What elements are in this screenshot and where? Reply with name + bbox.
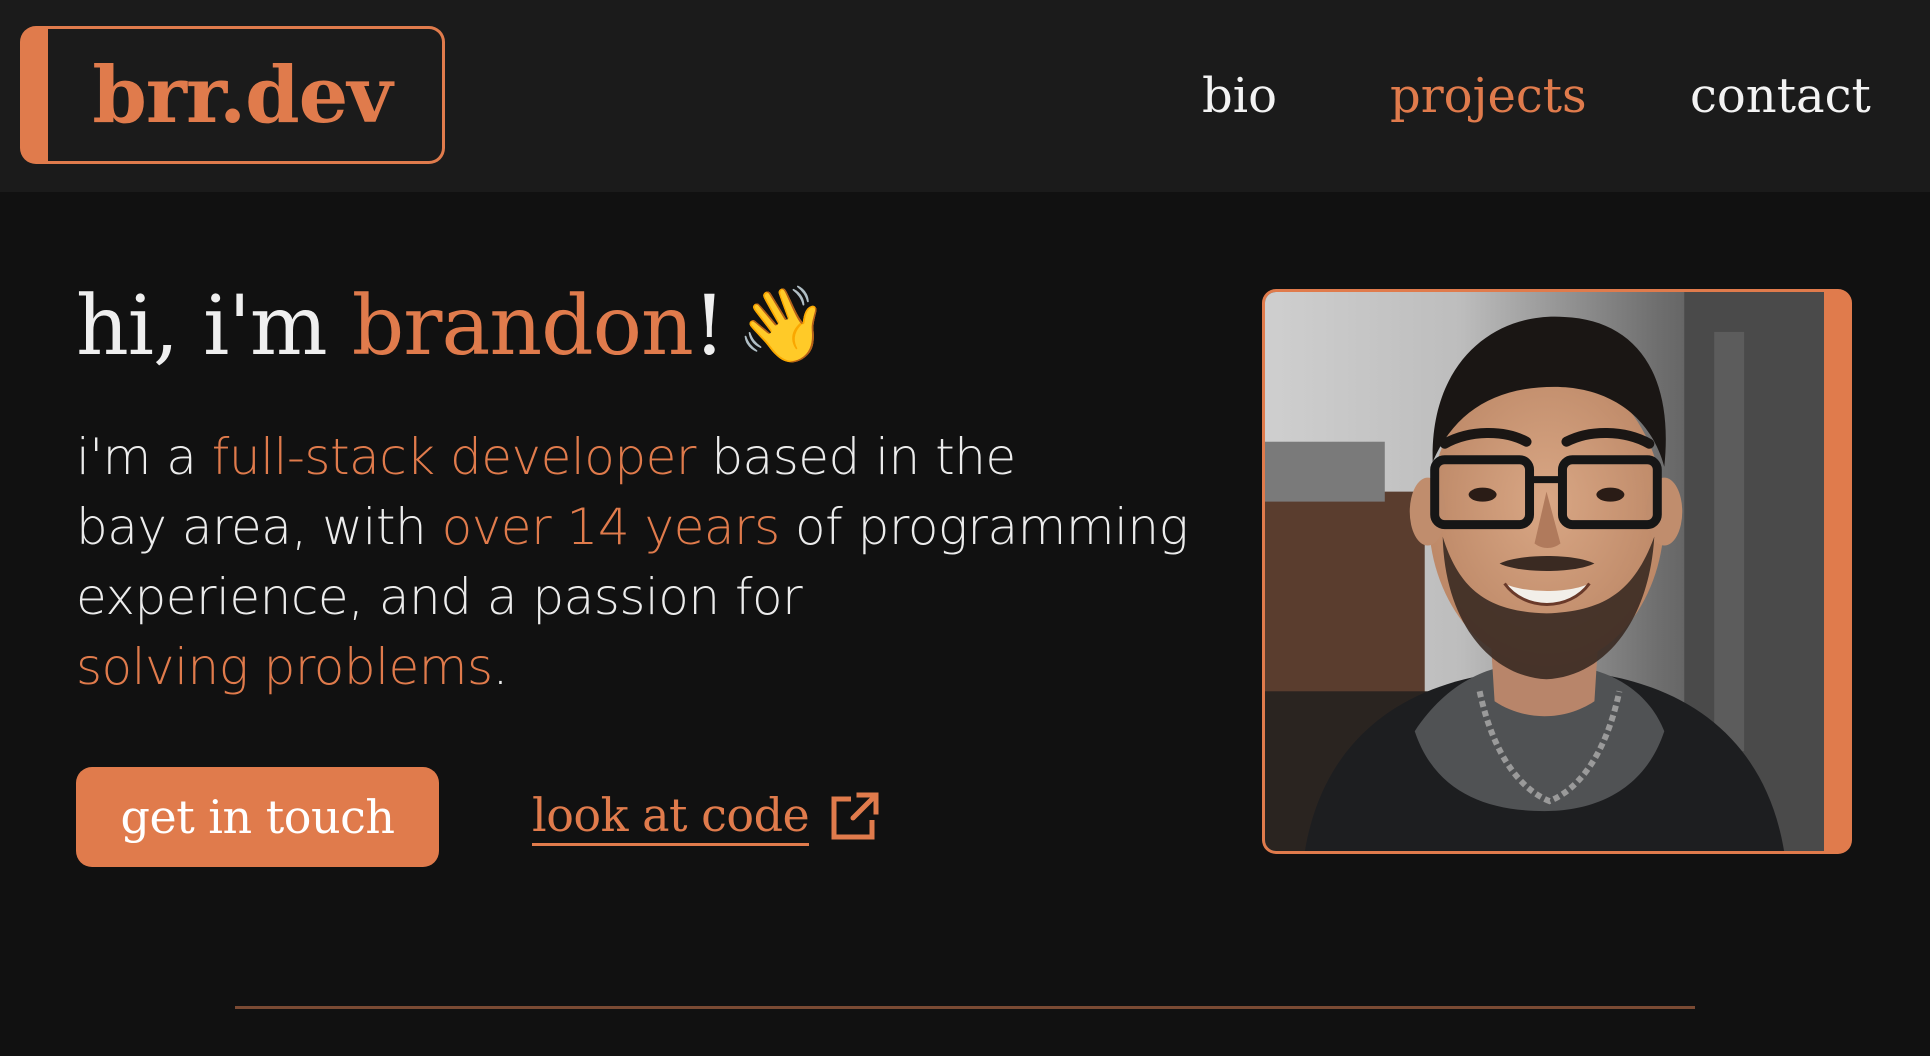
nav-link-projects[interactable]: projects	[1390, 56, 1587, 136]
hero-heading: hi, i'm brandon! 👋	[76, 275, 829, 377]
section-divider	[235, 1006, 1695, 1009]
highlight-experience: over 14 years	[441, 498, 781, 556]
greeting-prefix: hi, i'm	[76, 279, 352, 374]
look-at-code-label: look at code	[532, 787, 810, 846]
get-in-touch-button[interactable]: get in touch	[76, 767, 439, 867]
site-logo[interactable]: brr.dev	[20, 26, 445, 164]
highlight-passion: solving problems	[76, 638, 493, 696]
external-link-icon	[831, 792, 879, 840]
greeting-suffix: !	[692, 279, 726, 374]
nav-link-contact[interactable]: contact	[1690, 56, 1871, 136]
intro-text: i'm a	[76, 428, 212, 486]
portrait-image	[1265, 292, 1824, 851]
profile-photo	[1262, 289, 1852, 854]
highlight-role: full-stack developer	[211, 428, 697, 486]
waving-hand-icon: 👋	[736, 282, 829, 368]
intro-text: experience, and a passion for	[76, 568, 803, 626]
look-at-code-link[interactable]: look at code	[532, 780, 881, 852]
site-header: brr.dev bio projects contact	[0, 0, 1930, 192]
intro-text: bay area, with	[76, 498, 442, 556]
hero-name: brandon	[351, 279, 694, 374]
intro-paragraph: i'm a full-stack developer based in the b…	[76, 422, 1196, 702]
nav-link-bio[interactable]: bio	[1202, 56, 1277, 136]
intro-text: .	[492, 638, 509, 696]
intro-text: based in the	[695, 428, 1016, 486]
intro-text: of programming	[779, 498, 1189, 556]
